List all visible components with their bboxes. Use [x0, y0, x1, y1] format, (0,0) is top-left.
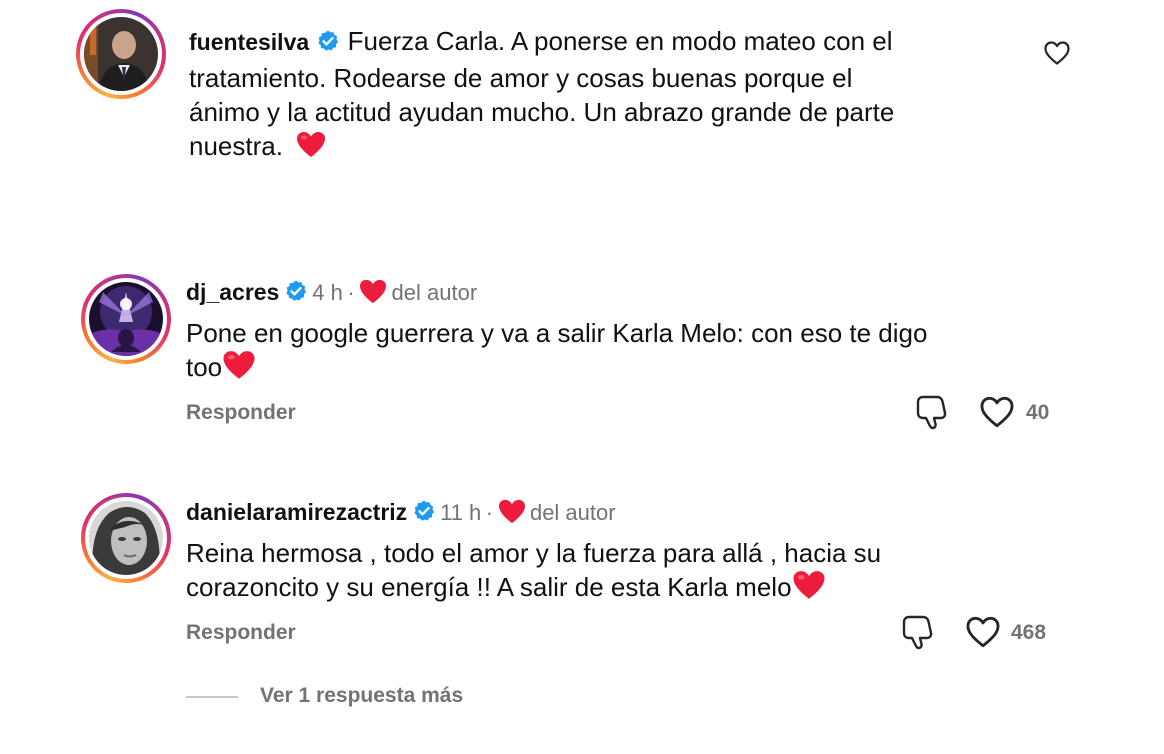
- like-heart-icon[interactable]: [1043, 40, 1071, 71]
- comment-text-line: Reina hermosa , todo el amor y la fuerza…: [186, 538, 882, 568]
- view-replies-row[interactable]: Ver 1 respuesta más: [186, 684, 586, 712]
- username[interactable]: dj_acres: [186, 279, 279, 305]
- like-heart-icon[interactable]: [978, 395, 1016, 434]
- comment-text-line: Pone en google guerrera y va a salir Kar…: [186, 318, 928, 348]
- comment-text: Reina hermosa , todo el amor y la fuerza…: [186, 536, 1086, 609]
- heart-emoji-icon: [792, 570, 826, 609]
- profile-photo: [89, 282, 163, 356]
- like-count: 468: [1011, 621, 1047, 644]
- comment-text-line: tratamiento. Rodearse de amor y cosas bu…: [189, 63, 853, 93]
- like-count: 40: [1026, 401, 1050, 424]
- reply-button[interactable]: Responder: [186, 401, 296, 425]
- profile-photo: [89, 501, 163, 575]
- comment-danielaramirezactriz: danielaramirezactriz 11 h · del autor Re…: [0, 480, 1164, 660]
- heart-emoji-icon: [296, 131, 326, 167]
- verified-badge-icon: [284, 279, 308, 308]
- comment-text-line: Fuerza Carla. A ponerse en modo mateo co…: [347, 26, 893, 56]
- comment-text-line: ánimo y la actitud ayudan mucho. Un abra…: [189, 97, 895, 127]
- comment-dj-acres: dj_acres 4 h · del autor Pone en google …: [0, 260, 1164, 440]
- author-heart-icon: [498, 499, 526, 530]
- separator-dot: ·: [347, 280, 355, 305]
- username[interactable]: fuentesilva: [189, 29, 309, 55]
- username[interactable]: danielaramirezactriz: [186, 499, 407, 525]
- timestamp: 11 h: [440, 500, 482, 525]
- avatar[interactable]: [76, 9, 166, 99]
- comment-text-line: nuestra.: [189, 131, 283, 161]
- verified-badge-icon: [412, 499, 436, 528]
- view-replies-button[interactable]: Ver 1 respuesta más: [260, 684, 463, 708]
- timestamp: 4 h: [312, 280, 343, 305]
- comment-fuentesilva: fuentesilva Fuerza Carla. A ponerse en m…: [0, 0, 1164, 200]
- author-badge: del autor: [529, 500, 616, 525]
- like-heart-icon[interactable]: [964, 615, 1002, 654]
- separator-dot: ·: [485, 500, 494, 525]
- replies-divider-line: [186, 696, 238, 698]
- profile-photo: [84, 17, 158, 91]
- comment-body: fuentesilva Fuerza Carla. A ponerse en m…: [189, 24, 1019, 167]
- heart-emoji-icon: [222, 350, 256, 389]
- reply-button[interactable]: Responder: [186, 621, 296, 645]
- author-badge: del autor: [391, 280, 478, 305]
- author-heart-icon: [359, 279, 387, 310]
- comment-text: Pone en google guerrera y va a salir Kar…: [186, 316, 1086, 389]
- dislike-icon[interactable]: [915, 394, 949, 435]
- avatar[interactable]: [81, 493, 171, 583]
- avatar[interactable]: [81, 274, 171, 364]
- comment-header: dj_acres 4 h · del autor: [186, 279, 477, 310]
- verified-badge-icon: [316, 27, 340, 61]
- comment-text-line: corazoncito y su energía !! A salir de e…: [186, 572, 792, 602]
- comment-text-line: too: [186, 352, 223, 382]
- comment-header: danielaramirezactriz 11 h · del autor: [186, 499, 616, 530]
- dislike-icon[interactable]: [901, 614, 935, 655]
